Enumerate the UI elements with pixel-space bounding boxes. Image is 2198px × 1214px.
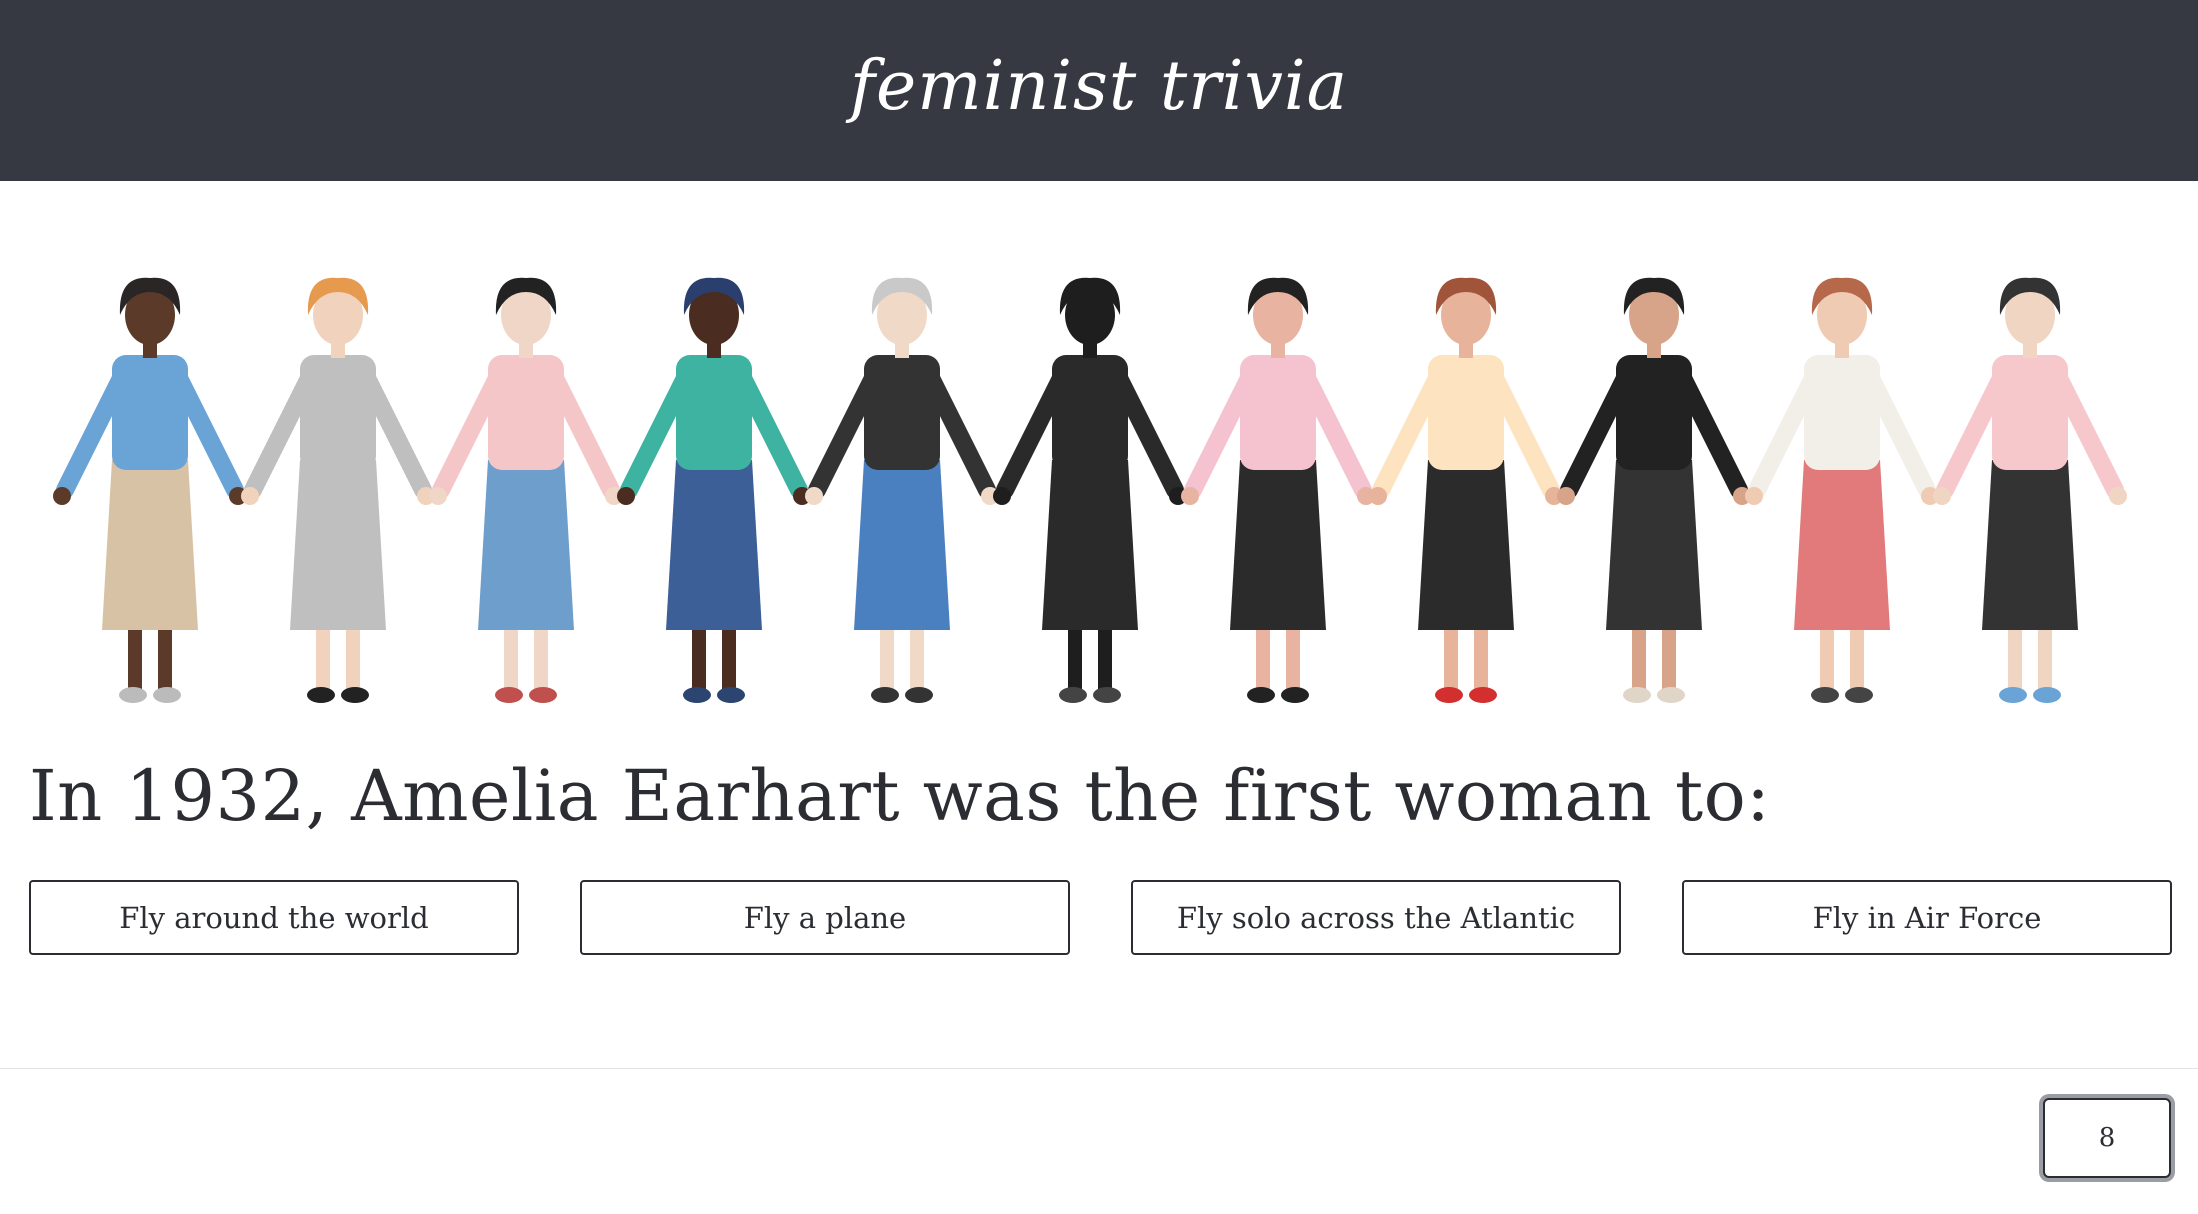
figure-1 — [53, 277, 247, 703]
figure-torso — [300, 355, 376, 470]
answer-button-3[interactable]: Fly solo across the Atlantic — [1131, 880, 1621, 955]
figure-bottom — [102, 460, 198, 630]
figure-hand — [993, 487, 1011, 505]
figure-4 — [617, 277, 811, 703]
figure-bottom — [1982, 460, 2078, 630]
question-text: In 1932, Amelia Earhart was the first wo… — [29, 755, 1771, 837]
figure-shoe — [153, 687, 181, 703]
answer-button-1[interactable]: Fly around the world — [29, 880, 519, 955]
figure-11 — [1933, 277, 2127, 703]
figure-shoe — [1811, 687, 1839, 703]
figure-hand — [1745, 487, 1763, 505]
figure-8 — [1369, 277, 1563, 703]
figure-torso — [1052, 355, 1128, 470]
figure-bottom — [1606, 460, 1702, 630]
figure-torso — [1992, 355, 2068, 470]
figure-shoe — [1281, 687, 1309, 703]
figure-shoe — [1093, 687, 1121, 703]
figure-hand — [1369, 487, 1387, 505]
app-header: feminist trivia — [0, 0, 2198, 181]
figure-hand — [429, 487, 447, 505]
figure-shoe — [1059, 687, 1087, 703]
answer-button-2[interactable]: Fly a plane — [580, 880, 1070, 955]
figure-torso — [676, 355, 752, 470]
figure-shoe — [905, 687, 933, 703]
figure-shoe — [1999, 687, 2027, 703]
figure-shoe — [717, 687, 745, 703]
figure-shoe — [495, 687, 523, 703]
figure-shoe — [307, 687, 335, 703]
figure-shoe — [1247, 687, 1275, 703]
figure-bottom — [290, 460, 386, 630]
figure-torso — [1428, 355, 1504, 470]
figure-shoe — [341, 687, 369, 703]
figure-shoe — [119, 687, 147, 703]
women-holding-hands-illustration — [53, 277, 2127, 703]
figure-hand — [1557, 487, 1575, 505]
figure-bottom — [1230, 460, 1326, 630]
figure-shoe — [871, 687, 899, 703]
figure-10 — [1745, 277, 1939, 703]
figure-bottom — [1794, 460, 1890, 630]
figure-torso — [488, 355, 564, 470]
figure-hand — [1933, 487, 1951, 505]
question-counter[interactable]: 8 — [2043, 1098, 2171, 1178]
figure-shoe — [2033, 687, 2061, 703]
figure-torso — [1240, 355, 1316, 470]
figure-hand — [53, 487, 71, 505]
footer-divider — [0, 1068, 2198, 1069]
figure-hand — [1181, 487, 1199, 505]
figure-shoe — [529, 687, 557, 703]
figure-torso — [864, 355, 940, 470]
figure-torso — [112, 355, 188, 470]
figure-bottom — [666, 460, 762, 630]
figure-shoe — [683, 687, 711, 703]
figure-2 — [241, 277, 435, 703]
answer-button-4[interactable]: Fly in Air Force — [1682, 880, 2172, 955]
figure-hand — [617, 487, 635, 505]
figure-shoe — [1623, 687, 1651, 703]
figure-bottom — [1418, 460, 1514, 630]
figure-torso — [1616, 355, 1692, 470]
figure-hand — [805, 487, 823, 505]
figure-shoe — [1845, 687, 1873, 703]
figure-hand — [241, 487, 259, 505]
app-logo[interactable]: feminist trivia — [850, 47, 1348, 126]
figure-3 — [429, 277, 623, 703]
figure-shoe — [1657, 687, 1685, 703]
figure-6 — [993, 277, 1187, 703]
figure-bottom — [854, 460, 950, 630]
figure-shoe — [1435, 687, 1463, 703]
answer-options: Fly around the world Fly a plane Fly sol… — [29, 880, 2172, 955]
figure-bottom — [478, 460, 574, 630]
figure-9 — [1557, 277, 1751, 703]
figure-hand — [2109, 487, 2127, 505]
figure-shoe — [1469, 687, 1497, 703]
figure-torso — [1804, 355, 1880, 470]
figure-7 — [1181, 277, 1375, 703]
figure-bottom — [1042, 460, 1138, 630]
figure-5 — [805, 277, 999, 703]
